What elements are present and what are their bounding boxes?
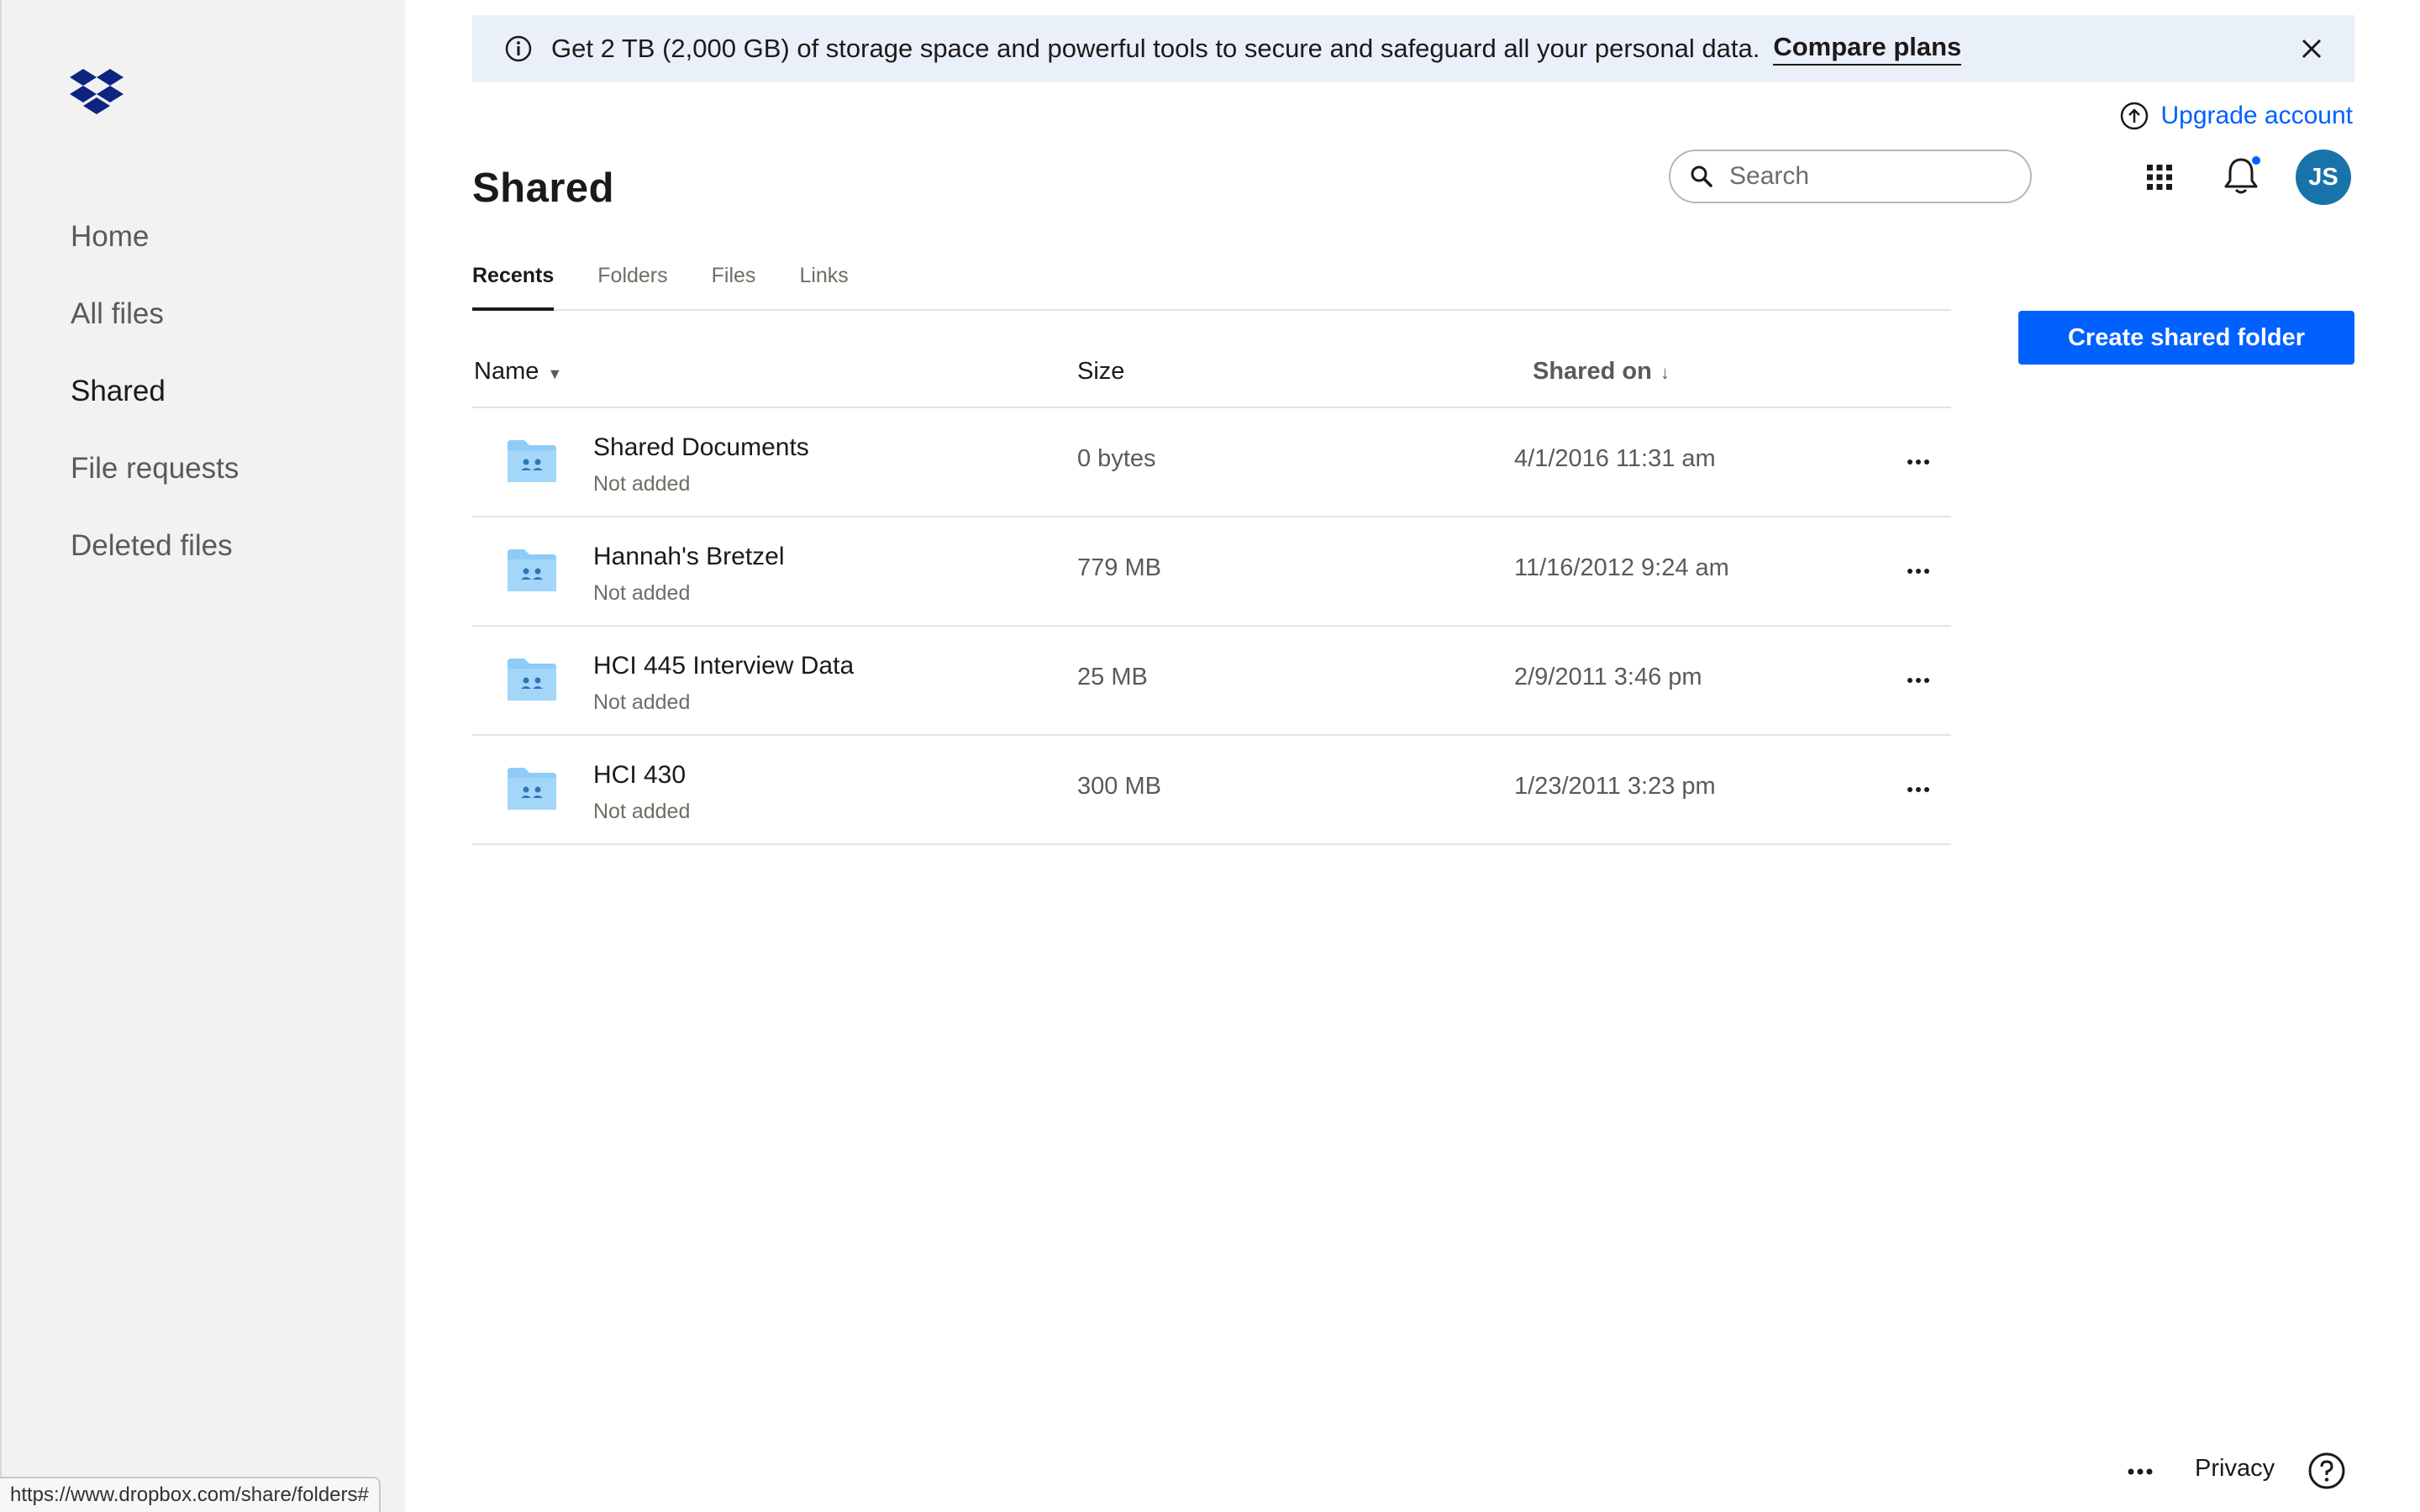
folder-name[interactable]: Hannah's Bretzel <box>593 543 785 571</box>
table-header: Name ▼ Size Shared on ↓ <box>472 349 1951 408</box>
upgrade-account-link[interactable]: Upgrade account <box>2119 101 2354 131</box>
folder-name[interactable]: HCI 430 <box>593 761 686 790</box>
sidebar-item-shared[interactable]: Shared <box>71 370 239 447</box>
folder-size: 779 MB <box>1077 554 1161 581</box>
notification-dot <box>2250 155 2262 166</box>
shared-folder-icon <box>508 659 556 701</box>
folder-status: Not added <box>593 581 691 605</box>
column-header-shared-on[interactable]: Shared on ↓ <box>1533 358 1670 386</box>
folder-status: Not added <box>593 472 691 496</box>
column-header-name[interactable]: Name ▼ <box>474 358 562 386</box>
tab-bar: Recents Folders Files Links <box>472 259 1951 311</box>
folder-shared-on: 1/23/2011 3:23 pm <box>1514 773 1716 800</box>
help-icon[interactable] <box>2307 1452 2346 1490</box>
folder-status: Not added <box>593 800 691 823</box>
banner-text: Get 2 TB (2,000 GB) of storage space and… <box>551 34 1760 63</box>
folder-shared-on: 11/16/2012 9:24 am <box>1514 554 1729 581</box>
sort-arrow-down-icon: ↓ <box>1660 362 1670 383</box>
upgrade-banner: Get 2 TB (2,000 GB) of storage space and… <box>472 15 2354 82</box>
table-row[interactable]: Hannah's Bretzel Not added 779 MB 11/16/… <box>472 517 1951 627</box>
folder-status: Not added <box>593 690 691 714</box>
upgrade-account-label: Upgrade account <box>2160 102 2354 129</box>
create-shared-folder-button[interactable]: Create shared folder <box>2018 311 2354 365</box>
sidebar-nav: Home All files Shared File requests Dele… <box>71 215 239 601</box>
dropbox-logo[interactable] <box>69 69 124 118</box>
sidebar-item-all-files[interactable]: All files <box>71 292 239 370</box>
folder-size: 25 MB <box>1077 664 1148 690</box>
table-row[interactable]: Shared Documents Not added 0 bytes 4/1/2… <box>472 408 1951 517</box>
sidebar-item-deleted-files[interactable]: Deleted files <box>71 524 239 601</box>
folder-shared-on: 2/9/2011 3:46 pm <box>1514 664 1702 690</box>
folder-shared-on: 4/1/2016 11:31 am <box>1514 445 1716 472</box>
shared-folder-icon <box>508 440 556 482</box>
compare-plans-link[interactable]: Compare plans <box>1773 32 1962 66</box>
more-icon[interactable] <box>2124 1462 2156 1482</box>
privacy-link[interactable]: Privacy <box>2195 1455 2275 1483</box>
shared-folder-icon <box>508 549 556 591</box>
sidebar-item-home[interactable]: Home <box>71 215 239 292</box>
shared-table: Name ▼ Size Shared on ↓ Shared Documents N… <box>472 349 1951 845</box>
search-icon <box>1691 165 1712 187</box>
folder-size: 300 MB <box>1077 773 1161 800</box>
sidebar-item-file-requests[interactable]: File requests <box>71 447 239 524</box>
search-box[interactable] <box>1669 150 2032 203</box>
table-row[interactable]: HCI 430 Not added 300 MB 1/23/2011 3:23 … <box>472 736 1951 845</box>
folder-size: 0 bytes <box>1077 445 1156 472</box>
app-grid-icon[interactable] <box>2144 162 2175 192</box>
upgrade-arrow-icon <box>2120 102 2148 130</box>
shared-folder-icon <box>508 768 556 810</box>
folder-name[interactable]: Shared Documents <box>593 433 809 462</box>
more-icon[interactable] <box>1904 452 1933 472</box>
page: Home All files Shared File requests Dele… <box>0 0 2420 1512</box>
more-icon[interactable] <box>1904 561 1933 581</box>
more-icon[interactable] <box>1904 670 1933 690</box>
info-icon <box>505 35 532 62</box>
caret-down-icon: ▼ <box>547 365 563 382</box>
status-bar-url: https://www.dropbox.com/share/folders# <box>0 1477 381 1512</box>
sidebar: Home All files Shared File requests Dele… <box>0 0 405 1512</box>
table-row[interactable]: HCI 445 Interview Data Not added 25 MB 2… <box>472 627 1951 736</box>
tab-recents[interactable]: Recents <box>472 259 555 311</box>
page-title: Shared <box>472 165 615 211</box>
folder-name[interactable]: HCI 445 Interview Data <box>593 652 854 680</box>
column-header-name-label: Name <box>474 358 539 385</box>
tab-files[interactable]: Files <box>712 259 756 311</box>
more-icon[interactable] <box>1904 780 1933 800</box>
tab-links[interactable]: Links <box>799 259 848 311</box>
column-header-size: Size <box>1077 358 1125 385</box>
search-input[interactable] <box>1729 162 2015 191</box>
close-icon[interactable] <box>2297 34 2326 63</box>
avatar[interactable]: JS <box>2296 150 2351 205</box>
tab-folders[interactable]: Folders <box>597 259 667 311</box>
column-header-shared-on-label: Shared on <box>1533 358 1652 385</box>
